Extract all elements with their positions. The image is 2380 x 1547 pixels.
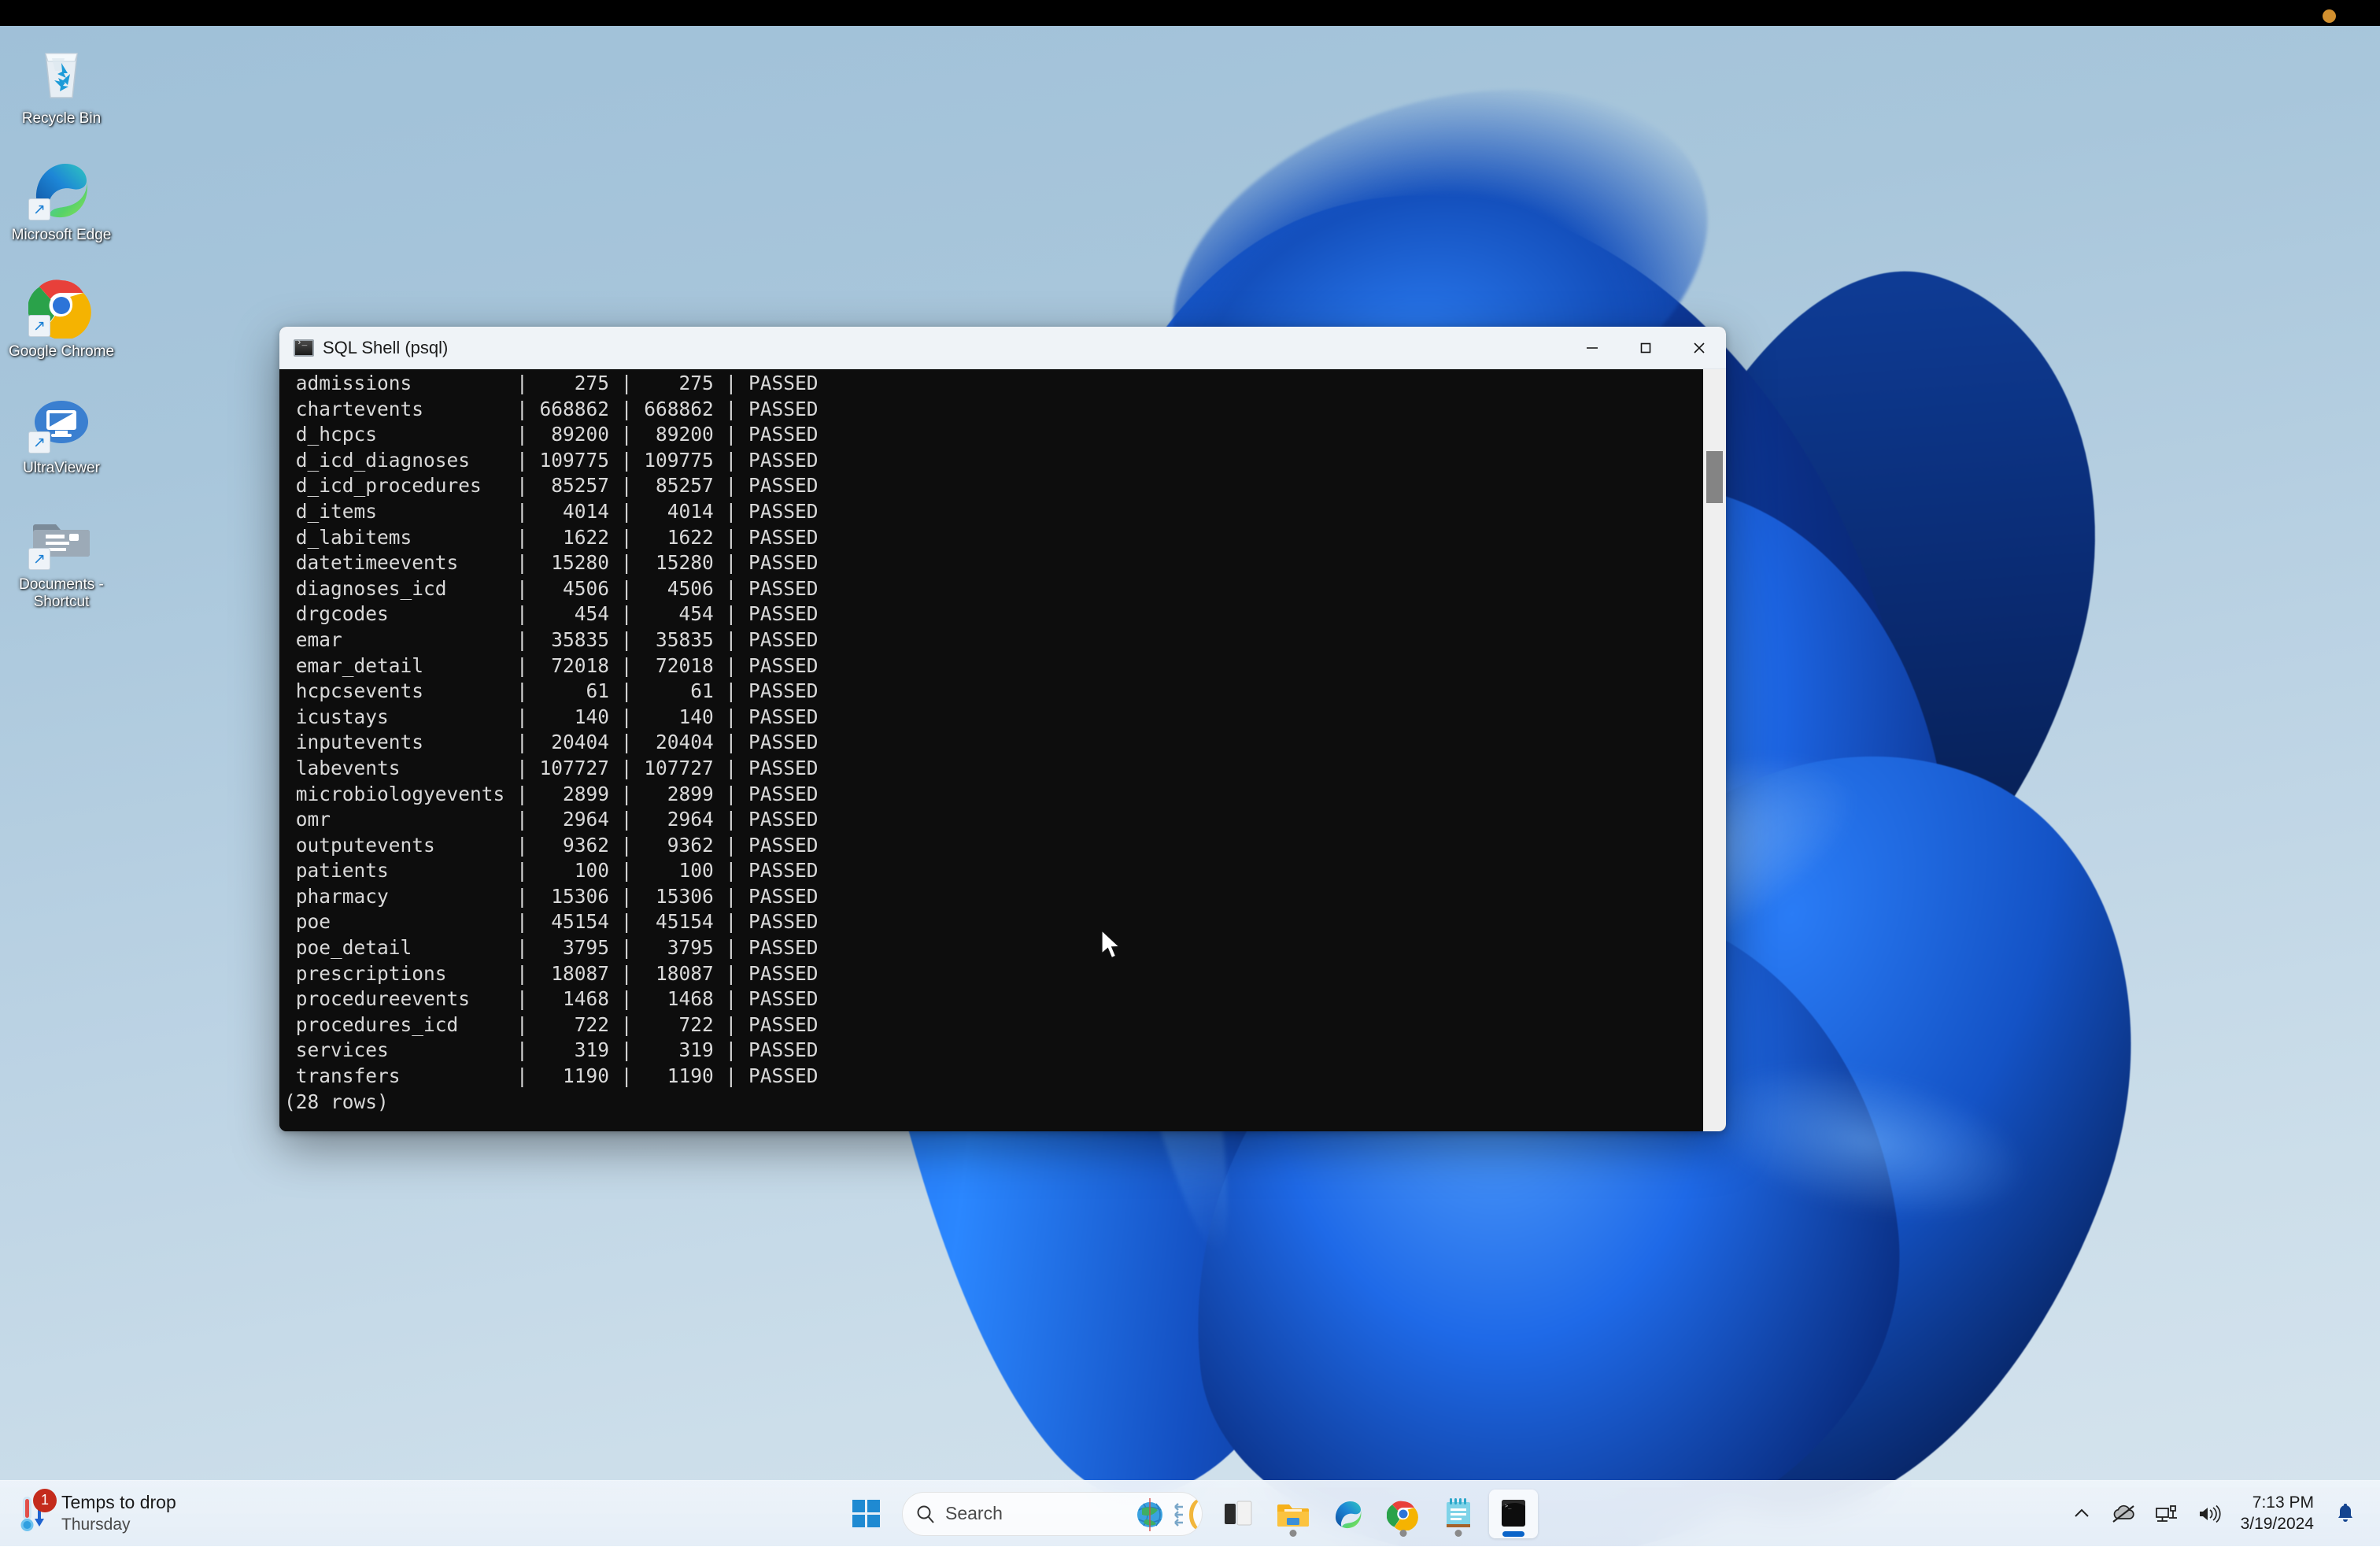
window-title: SQL Shell (psql) [323, 338, 448, 358]
mouse-cursor [1100, 930, 1124, 967]
show-hidden-icons-button[interactable] [2064, 1491, 2099, 1537]
desktop-icon-ultraviewer[interactable]: ↗ UltraViewer [0, 384, 123, 485]
recycle-bin-icon [28, 39, 94, 105]
shortcut-arrow-icon: ↗ [28, 431, 50, 453]
shortcut-arrow-icon: ↗ [28, 315, 50, 337]
thermometer-down-icon: 1 [17, 1493, 52, 1534]
screen-top-bezel [0, 0, 2380, 26]
terminal-area[interactable]: admissions | 275 | 275 | PASSED charteve… [279, 369, 1726, 1131]
desktop-icon-label: UltraViewer [2, 460, 120, 477]
weather-title: Temps to drop [61, 1491, 176, 1514]
desktop-icon-grid: Recycle Bin ↗ Microsoft Edge [0, 35, 123, 635]
desktop-icon-microsoft-edge[interactable]: ↗ Microsoft Edge [0, 151, 123, 252]
edge-icon [1332, 1497, 1365, 1530]
chrome-icon: ↗ [28, 272, 94, 339]
search-icon [915, 1504, 936, 1524]
console-icon: >_ [1500, 1497, 1527, 1530]
window-titlebar[interactable]: SQL Shell (psql) [279, 327, 1726, 369]
search-box[interactable] [902, 1492, 1203, 1536]
svg-text:>_: >_ [1505, 1503, 1512, 1509]
taskbar-button-microsoft-edge[interactable] [1324, 1490, 1373, 1538]
desktop-icon-label: Recycle Bin [2, 110, 120, 128]
copilot-globe-icon[interactable] [1126, 1493, 1202, 1536]
file-explorer-icon [1277, 1497, 1310, 1530]
clock[interactable]: 7:13 PM 3/19/2024 [2233, 1491, 2323, 1537]
terminal-output[interactable]: admissions | 275 | 275 | PASSED charteve… [279, 369, 1703, 1131]
recording-dot-icon [2323, 9, 2336, 23]
shortcut-arrow-icon: ↗ [28, 548, 50, 570]
running-indicator [1400, 1530, 1407, 1537]
scrollbar-thumb[interactable] [1706, 451, 1723, 503]
taskbar-button-google-chrome[interactable] [1379, 1490, 1428, 1538]
cloud-offline-icon [2111, 1504, 2136, 1524]
windows-logo-icon [852, 1499, 881, 1529]
monitor-icon: ↗ [28, 389, 94, 455]
active-indicator [1502, 1531, 1524, 1537]
taskbar-button-task-view[interactable] [1214, 1490, 1262, 1538]
taskbar-button-file-explorer[interactable] [1269, 1490, 1318, 1538]
vertical-scrollbar[interactable] [1703, 369, 1726, 1131]
running-indicator [1455, 1530, 1462, 1537]
shortcut-arrow-icon: ↗ [28, 198, 50, 220]
maximize-button[interactable] [1619, 327, 1672, 369]
console-icon [294, 339, 314, 357]
desktop-icon-google-chrome[interactable]: ↗ Google Chrome [0, 268, 123, 368]
onedrive-status-button[interactable] [2104, 1491, 2143, 1537]
volume-button[interactable] [2190, 1491, 2228, 1537]
weather-widget[interactable]: 1 Temps to drop Thursday [17, 1491, 176, 1535]
notepad-icon [1443, 1497, 1473, 1530]
network-button[interactable] [2148, 1491, 2186, 1537]
sql-shell-window[interactable]: SQL Shell (psql) admissions | 275 | 275 … [279, 327, 1726, 1131]
start-button[interactable] [842, 1490, 891, 1538]
bell-icon [2335, 1503, 2356, 1525]
clock-time: 7:13 PM [2241, 1493, 2314, 1513]
desktop-icon-label: Documents - Shortcut [2, 576, 120, 611]
desktop-icon-label: Google Chrome [2, 343, 120, 361]
ethernet-icon [2155, 1504, 2179, 1524]
window-controls [1565, 327, 1726, 369]
notifications-button[interactable] [2328, 1491, 2363, 1537]
taskbar-button-sql-shell[interactable]: >_ [1489, 1490, 1538, 1538]
chrome-icon [1387, 1497, 1420, 1530]
close-button[interactable] [1672, 327, 1726, 369]
weather-subtitle: Thursday [61, 1515, 176, 1536]
taskbar-center: >_ [842, 1490, 1538, 1538]
weather-badge: 1 [33, 1489, 57, 1512]
desktop-icon-label: Microsoft Edge [2, 227, 120, 244]
folder-docs-icon: ↗ [28, 505, 94, 572]
search-input[interactable] [945, 1503, 1111, 1524]
speaker-icon [2197, 1504, 2221, 1524]
taskbar-button-notepad[interactable] [1434, 1490, 1483, 1538]
minimize-button[interactable] [1565, 327, 1619, 369]
desktop-icon-recycle-bin[interactable]: Recycle Bin [0, 35, 123, 135]
edge-icon: ↗ [28, 156, 94, 222]
system-tray: 7:13 PM 3/19/2024 [2064, 1481, 2380, 1547]
desktop-icon-documents-shortcut[interactable]: ↗ Documents - Shortcut [0, 501, 123, 619]
task-view-icon [1222, 1498, 1254, 1530]
chevron-up-icon [2071, 1504, 2092, 1524]
running-indicator [1290, 1530, 1297, 1537]
clock-date: 3/19/2024 [2241, 1514, 2314, 1534]
taskbar[interactable]: 1 Temps to drop Thursday [0, 1480, 2380, 1546]
